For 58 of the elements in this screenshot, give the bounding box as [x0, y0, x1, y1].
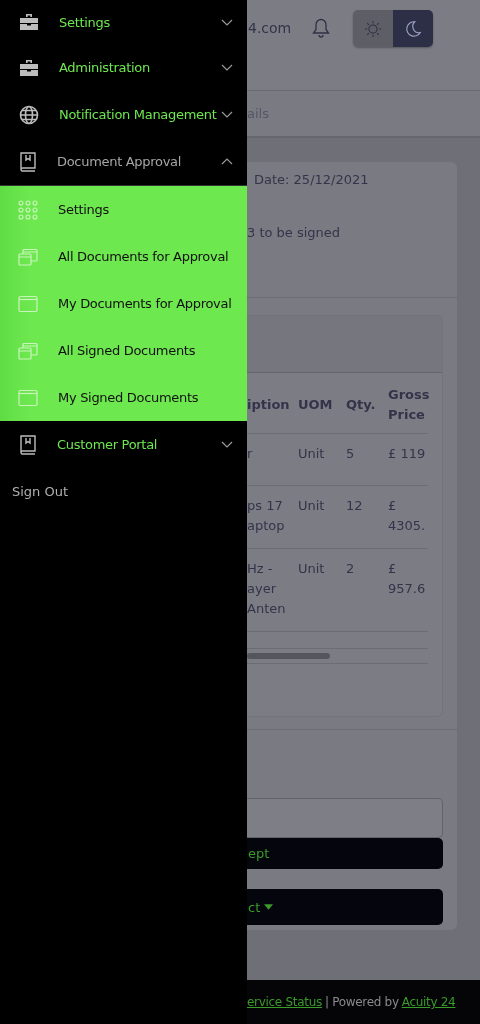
menu-item[interactable]: Notification Management [0, 91, 247, 138]
accept-button[interactable]: ept [247, 838, 443, 869]
sign-out-link[interactable]: Sign Out [12, 484, 69, 499]
header-text: 4.com [248, 20, 293, 36]
chevron-up-icon [221, 158, 233, 165]
chevron-down-icon [221, 111, 233, 118]
table-cell-text: 12 [346, 497, 364, 515]
table-cell-text: £ 119 [388, 445, 427, 463]
book-icon [19, 151, 37, 172]
service-status-link[interactable]: ervice Status [247, 995, 322, 1009]
status-text: 3 to be signed [247, 225, 342, 240]
sun-icon [364, 19, 382, 38]
table-cell-text: 2 [346, 560, 356, 578]
dark-mode-button[interactable] [393, 10, 433, 47]
caret-icon [264, 904, 274, 910]
book-icon [19, 434, 37, 455]
briefcase-icon [19, 13, 39, 31]
menu-item[interactable]: Customer Portal [0, 421, 247, 468]
table-cell-text: 5 [346, 445, 356, 463]
submenu-item[interactable]: All Documents for Approval [0, 233, 247, 280]
table-cell-text: £ 957.6 [388, 560, 427, 598]
menu-item[interactable]: Administration [0, 44, 247, 91]
column-header: iption [247, 396, 291, 414]
scrollbar[interactable] [247, 653, 330, 659]
light-mode-button[interactable] [353, 10, 393, 47]
table-cell-text: r [247, 445, 254, 463]
windows-icon [18, 247, 38, 266]
table-cell-text: Unit [298, 497, 326, 515]
globe-icon [19, 104, 39, 125]
chevron-down-icon [221, 64, 233, 71]
window-icon [18, 388, 38, 407]
submenu-item[interactable]: Settings [0, 186, 247, 233]
brand-link[interactable]: Acuity 24 [401, 995, 456, 1009]
briefcase-icon [19, 58, 39, 77]
table-cell-text: Unit [298, 445, 326, 463]
chevron-down-icon [221, 441, 233, 448]
table-cell-text: Unit [298, 560, 326, 578]
chevron-down-icon [221, 18, 233, 26]
column-header: UOM [298, 396, 334, 414]
submenu-item[interactable]: All Signed Documents [0, 327, 247, 374]
windows-icon [18, 341, 38, 360]
menu-item[interactable]: Document Approval [0, 138, 247, 185]
grid-icon [18, 199, 38, 220]
menu-item[interactable]: Settings [0, 0, 247, 44]
table-cell-text: £ 4305. [388, 497, 427, 535]
footer-text: | Powered by [324, 995, 399, 1009]
submenu-item[interactable]: My Documents for Approval [0, 280, 247, 327]
input-field[interactable] [247, 798, 443, 838]
bell-icon[interactable] [312, 18, 330, 38]
date-text: Date: 25/12/2021 [254, 172, 370, 187]
moon-icon [404, 19, 422, 38]
submenu-item[interactable]: My Signed Documents [0, 374, 247, 421]
table-cell-text: ps 17 aptop [247, 497, 286, 535]
column-header: Qty. [346, 396, 377, 414]
select-button[interactable]: ct [247, 889, 443, 925]
table-cell-text: Hz - ayer Anten [247, 560, 287, 618]
column-header: Gross Price [388, 386, 431, 424]
window-icon [18, 294, 38, 313]
